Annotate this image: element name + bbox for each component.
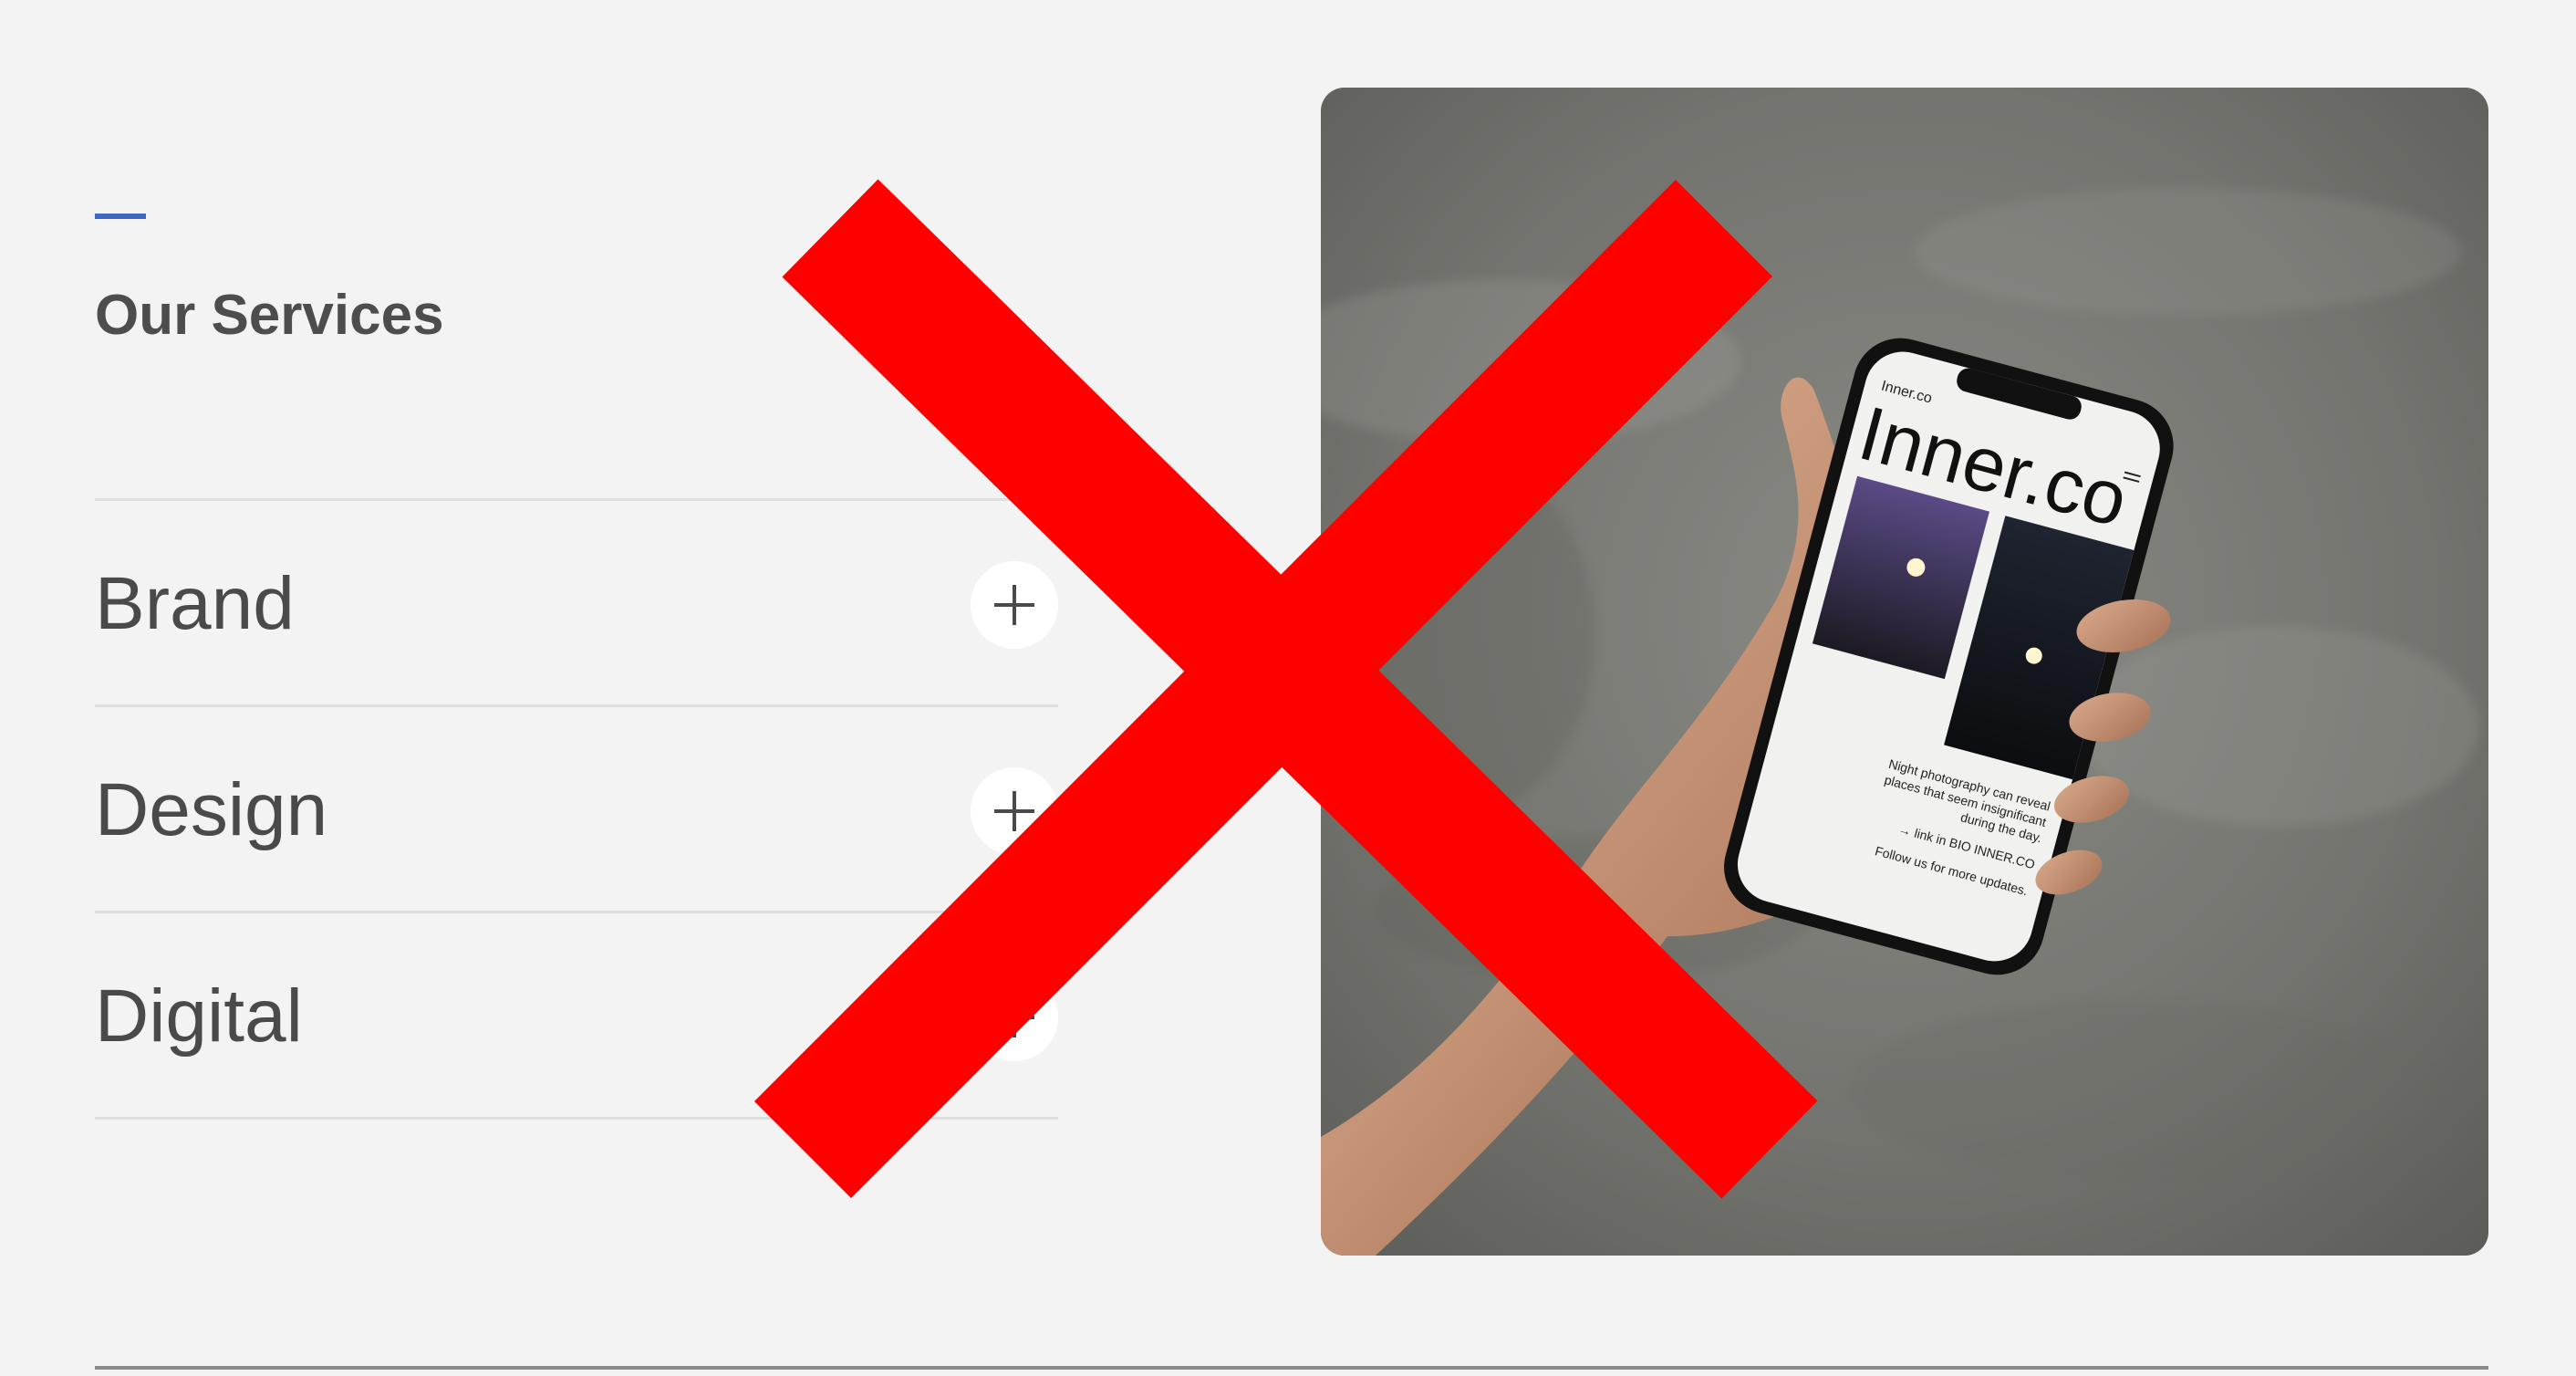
plus-icon bbox=[994, 791, 1034, 831]
bottom-divider bbox=[95, 1366, 2488, 1370]
section-accent-bar bbox=[95, 214, 146, 219]
service-item-design[interactable]: Design bbox=[95, 704, 1058, 911]
section-title: Our Services bbox=[95, 284, 444, 347]
expand-button[interactable] bbox=[971, 974, 1058, 1061]
phone-in-hand-image: Inner.co Inner.co Night photography can … bbox=[1321, 88, 2488, 1256]
hero-photo: Inner.co Inner.co Night photography can … bbox=[1321, 88, 2488, 1256]
service-label: Design bbox=[95, 768, 328, 851]
expand-button[interactable] bbox=[971, 561, 1058, 649]
service-label: Digital bbox=[95, 975, 303, 1058]
service-item-digital[interactable]: Digital bbox=[95, 911, 1058, 1120]
plus-icon bbox=[994, 997, 1034, 1037]
service-item-brand[interactable]: Brand bbox=[95, 498, 1058, 704]
expand-button[interactable] bbox=[971, 767, 1058, 855]
services-accordion: Brand Design Digital bbox=[95, 498, 1058, 1120]
service-label: Brand bbox=[95, 562, 295, 645]
plus-icon bbox=[994, 585, 1034, 625]
